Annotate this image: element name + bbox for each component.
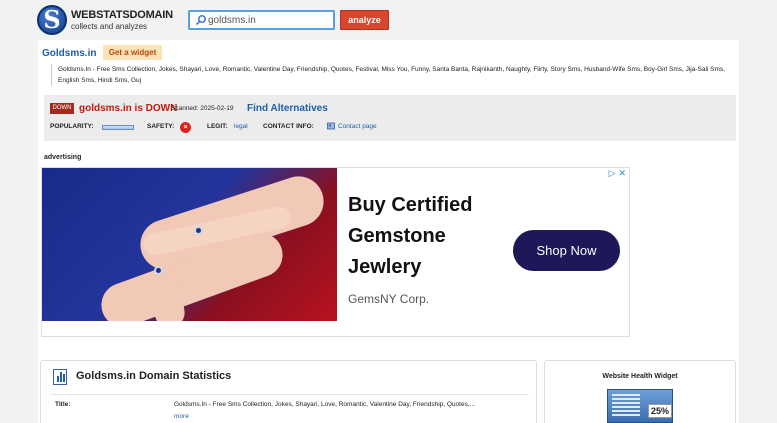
domain-title-link[interactable]: Goldsms.in bbox=[42, 48, 96, 59]
analyze-button[interactable]: analyze bbox=[340, 10, 389, 30]
divider bbox=[51, 394, 529, 395]
ad-choices-icon[interactable]: ▷ ✕ bbox=[609, 169, 626, 179]
statistics-title: Goldsms.in Domain Statistics bbox=[76, 370, 232, 382]
safety-label: SAFETY: bbox=[147, 123, 175, 130]
health-widget-card: Website Health Widget 25% bbox=[544, 360, 736, 423]
shop-now-button[interactable]: Shop Now bbox=[513, 230, 620, 271]
advertising-label: advertising bbox=[44, 154, 82, 161]
ad-headline: Buy Certified Gemstone Jewlery bbox=[348, 194, 473, 278]
site-header: S WEBSTATSDOMAIN collects and analyzes a… bbox=[0, 0, 777, 40]
health-percent: 25% bbox=[648, 404, 672, 418]
site-logo[interactable]: S WEBSTATSDOMAIN collects and analyzes bbox=[37, 5, 177, 35]
preview-lines bbox=[612, 394, 640, 418]
logo-subtitle: collects and analyzes bbox=[71, 22, 148, 31]
title-value: Goldsms.In - Free Sms Collection, Jokes,… bbox=[174, 401, 476, 408]
title-label: Title: bbox=[55, 401, 71, 408]
unsafe-icon: × bbox=[180, 122, 191, 133]
domain-statistics-card: Goldsms.in Domain Statistics Title: Gold… bbox=[40, 360, 537, 423]
health-widget-preview[interactable]: 25% bbox=[607, 389, 673, 423]
down-status-text: goldsms.in is DOWN bbox=[79, 103, 178, 114]
legit-value-link[interactable]: legal bbox=[234, 123, 248, 130]
ad-brand: GemsNY Corp. bbox=[348, 292, 430, 306]
find-alternatives-link[interactable]: Find Alternatives bbox=[247, 103, 328, 114]
bar-chart-icon bbox=[53, 369, 67, 385]
domain-description: Goldsms.In - Free Sms Collection, Jokes,… bbox=[51, 64, 733, 86]
main-panel: Goldsms.in Get a widget Goldsms.In - Fre… bbox=[38, 40, 739, 423]
legit-label: LEGIT: bbox=[207, 123, 228, 130]
scanned-date: Scanned: 2025-02-19 bbox=[171, 105, 234, 112]
logo-letter: S bbox=[43, 5, 61, 34]
contact-page-link[interactable]: Contact page bbox=[338, 123, 377, 130]
popularity-bar bbox=[102, 125, 134, 130]
contact-icon bbox=[327, 122, 335, 130]
more-link[interactable]: more bbox=[174, 413, 189, 420]
get-widget-button[interactable]: Get a widget bbox=[103, 45, 162, 60]
search-box[interactable] bbox=[188, 10, 335, 30]
search-input[interactable] bbox=[208, 13, 328, 28]
health-widget-title: Website Health Widget bbox=[602, 373, 678, 380]
search-icon bbox=[195, 15, 206, 26]
advertisement[interactable]: Buy Certified Gemstone Jewlery GemsNY Co… bbox=[41, 167, 630, 337]
contact-info-label: CONTACT INFO: bbox=[263, 123, 314, 130]
down-badge: DOWN bbox=[50, 103, 74, 114]
popularity-label: POPULARITY: bbox=[50, 123, 94, 130]
logo-title: WEBSTATSDOMAIN bbox=[71, 9, 173, 21]
status-panel: DOWN goldsms.in is DOWN Scanned: 2025-02… bbox=[44, 95, 736, 141]
ad-jewelry-image bbox=[42, 168, 337, 321]
